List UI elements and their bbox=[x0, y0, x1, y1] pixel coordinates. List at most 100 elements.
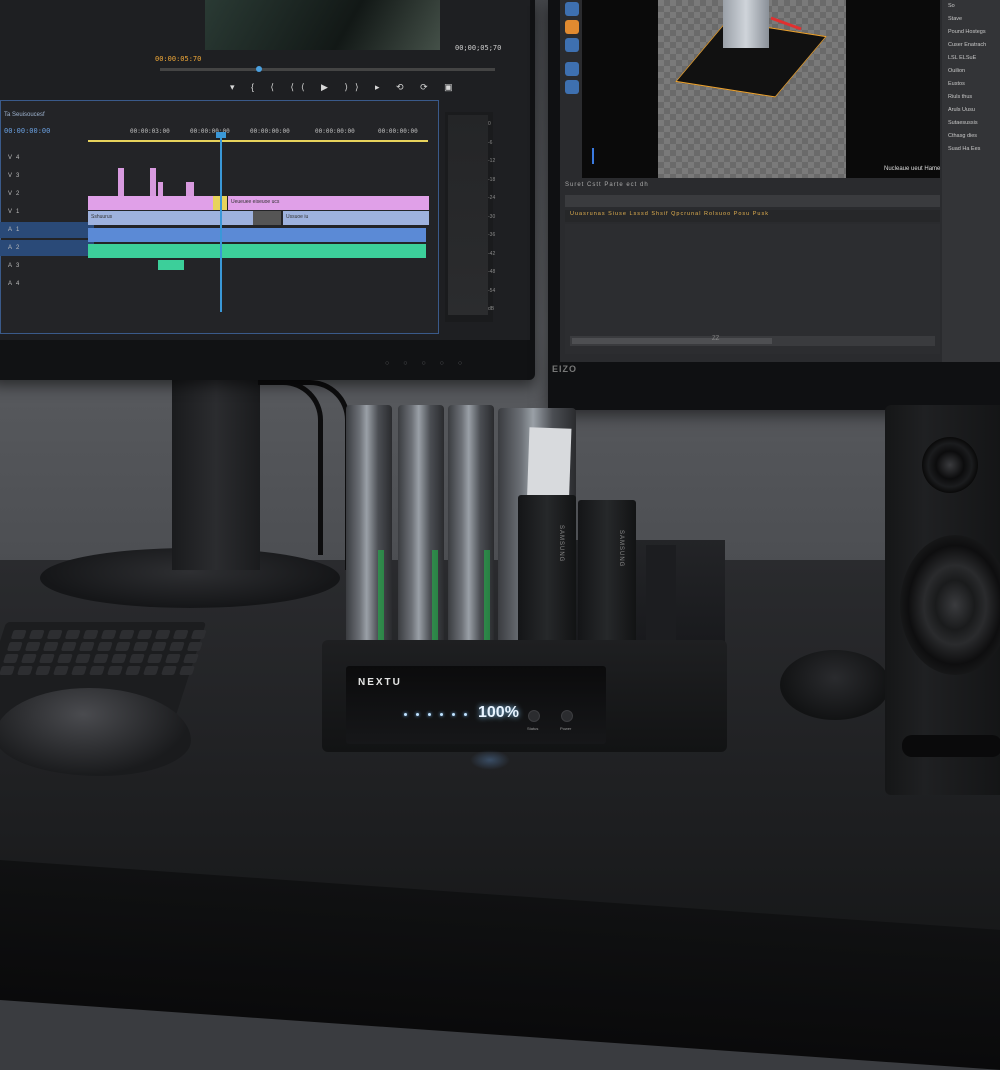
key[interactable] bbox=[78, 642, 95, 651]
column-header[interactable]: Lsssd bbox=[629, 211, 648, 217]
column-headers: Uuasrunas Siuse Lsssd Shsif Qpcrunal Rol… bbox=[570, 211, 769, 217]
work-area-bar[interactable] bbox=[88, 140, 428, 142]
key[interactable] bbox=[6, 642, 23, 651]
key[interactable] bbox=[71, 666, 87, 675]
panel-tabs[interactable]: Suret Cstt Parte ect dh bbox=[565, 182, 649, 188]
ssd[interactable]: SAMSUNG bbox=[518, 495, 576, 650]
playhead[interactable] bbox=[220, 132, 222, 312]
hard-drive[interactable] bbox=[346, 405, 392, 645]
column-header[interactable]: Qpcrunal bbox=[671, 211, 701, 217]
audio-clip[interactable] bbox=[158, 260, 184, 270]
key[interactable] bbox=[53, 666, 69, 675]
key[interactable] bbox=[172, 630, 189, 639]
video-clip[interactable]: Ussuoe iu bbox=[283, 211, 429, 225]
track-header[interactable]: A3 bbox=[0, 258, 94, 274]
key[interactable] bbox=[146, 654, 163, 663]
key[interactable] bbox=[35, 666, 51, 675]
key[interactable] bbox=[46, 630, 63, 639]
drive-led-glow bbox=[432, 550, 438, 640]
key[interactable] bbox=[164, 654, 181, 663]
key[interactable] bbox=[110, 654, 127, 663]
column-header[interactable]: Pusk bbox=[753, 211, 769, 217]
key[interactable] bbox=[60, 642, 77, 651]
audio-clip[interactable] bbox=[88, 228, 426, 242]
tool-icon[interactable] bbox=[565, 2, 579, 16]
key[interactable] bbox=[2, 654, 19, 663]
key[interactable] bbox=[114, 642, 131, 651]
thumbnail-clip[interactable] bbox=[253, 211, 281, 225]
status-led bbox=[440, 713, 443, 716]
key[interactable] bbox=[20, 654, 37, 663]
tool-icon[interactable] bbox=[565, 20, 579, 34]
power-button[interactable] bbox=[561, 710, 573, 722]
key[interactable] bbox=[96, 642, 113, 651]
column-header[interactable]: Rolsuoo bbox=[704, 211, 731, 217]
key[interactable] bbox=[136, 630, 153, 639]
transport-controls[interactable]: ▾ { ⟨ ⟨⟨ ▶ ⟩⟩ ▸ ⟲ ⟳ ▣ bbox=[230, 82, 460, 93]
key[interactable] bbox=[89, 666, 105, 675]
scrollbar-thumb[interactable] bbox=[572, 338, 772, 344]
key[interactable] bbox=[154, 630, 171, 639]
track-header[interactable]: A1 bbox=[0, 222, 94, 238]
column-header[interactable]: Posu bbox=[734, 211, 751, 217]
video-clip[interactable]: Ueueuee eiseuoe ucs bbox=[228, 196, 429, 210]
key[interactable] bbox=[74, 654, 91, 663]
key[interactable] bbox=[118, 630, 135, 639]
tool-icon[interactable] bbox=[565, 80, 579, 94]
3d-cube[interactable] bbox=[723, 0, 769, 48]
track-header[interactable]: V3 bbox=[0, 168, 94, 184]
video-preview bbox=[205, 0, 440, 50]
monitor-buttons[interactable]: ○○○○○ bbox=[385, 360, 476, 367]
ssd-label: SAMSUNG bbox=[618, 530, 624, 568]
status-button[interactable] bbox=[528, 710, 540, 722]
key[interactable] bbox=[24, 642, 41, 651]
key[interactable] bbox=[150, 642, 167, 651]
meter-scale: 0 -6 -12 -18 -24 -30 -36 -42 -48 -54 dB bbox=[488, 121, 496, 312]
key[interactable] bbox=[92, 654, 109, 663]
track-header[interactable]: V4 bbox=[0, 150, 94, 166]
key[interactable] bbox=[100, 630, 117, 639]
track-header[interactable]: V2 bbox=[0, 186, 94, 202]
key[interactable] bbox=[42, 642, 59, 651]
key[interactable] bbox=[161, 666, 177, 675]
column-header[interactable]: Siuse bbox=[608, 211, 627, 217]
video-clip[interactable] bbox=[88, 196, 213, 210]
key[interactable] bbox=[128, 654, 145, 663]
track-header[interactable]: A2 bbox=[0, 240, 94, 256]
key[interactable] bbox=[64, 630, 81, 639]
key[interactable] bbox=[107, 666, 123, 675]
key[interactable] bbox=[0, 666, 15, 675]
column-header[interactable]: Shsif bbox=[651, 211, 668, 217]
desk-reflection bbox=[470, 750, 510, 770]
key[interactable] bbox=[82, 630, 99, 639]
ruler-mark: 00:00:00:00 bbox=[250, 128, 290, 135]
playhead-handle[interactable] bbox=[216, 132, 226, 138]
key[interactable] bbox=[168, 642, 185, 651]
video-clip[interactable] bbox=[186, 182, 194, 196]
key[interactable] bbox=[132, 642, 149, 651]
scroll-label: ZZ bbox=[712, 336, 720, 342]
key[interactable] bbox=[10, 630, 27, 639]
audio-clip[interactable] bbox=[88, 244, 426, 258]
key[interactable] bbox=[17, 666, 33, 675]
scrub-handle[interactable] bbox=[256, 66, 262, 72]
tool-icon[interactable] bbox=[565, 62, 579, 76]
scrub-bar[interactable] bbox=[160, 68, 495, 71]
key[interactable] bbox=[56, 654, 73, 663]
progress-display: 100% bbox=[478, 704, 519, 721]
video-clip[interactable] bbox=[150, 168, 156, 196]
video-clip[interactable] bbox=[158, 182, 163, 196]
key[interactable] bbox=[143, 666, 159, 675]
track-header[interactable]: A4 bbox=[0, 276, 94, 292]
video-clip[interactable] bbox=[118, 168, 124, 196]
timeline-tab[interactable]: Ta Seuisoucesf bbox=[4, 112, 45, 118]
track-header[interactable]: V1 bbox=[0, 204, 94, 220]
key[interactable] bbox=[38, 654, 55, 663]
column-header[interactable]: Uuasrunas bbox=[570, 211, 606, 217]
video-clip[interactable]: Sshuurus bbox=[88, 211, 256, 225]
key[interactable] bbox=[125, 666, 141, 675]
ssd[interactable]: SAMSUNG bbox=[578, 500, 636, 655]
tool-icon[interactable] bbox=[565, 38, 579, 52]
panel-toolbar[interactable] bbox=[565, 195, 940, 207]
key[interactable] bbox=[28, 630, 45, 639]
